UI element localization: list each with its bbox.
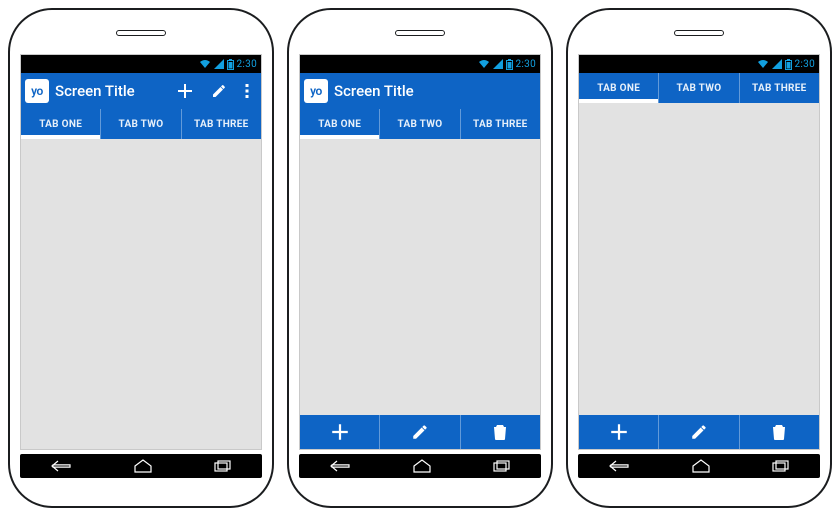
- app-icon[interactable]: yo: [304, 79, 328, 103]
- status-clock: 2:30: [516, 59, 536, 70]
- tab-one[interactable]: TAB ONE: [300, 109, 379, 139]
- add-button[interactable]: [579, 415, 658, 449]
- tab-two[interactable]: TAB TWO: [100, 109, 180, 139]
- tab-bar: TAB ONE TAB TWO TAB THREE: [21, 109, 261, 139]
- content-area: [579, 103, 819, 415]
- status-clock: 2:30: [795, 59, 815, 70]
- wifi-icon: [757, 59, 769, 69]
- phone-mock-1: 2:30 yo Screen Title TAB: [8, 8, 274, 508]
- wifi-icon: [478, 59, 490, 69]
- recents-button[interactable]: [772, 460, 790, 472]
- bottom-toolbar: [300, 415, 540, 449]
- tab-three[interactable]: TAB THREE: [739, 73, 819, 103]
- phone-mock-2: 2:30 yo Screen Title TAB ONE TAB TWO TAB…: [287, 8, 553, 508]
- back-button[interactable]: [608, 460, 630, 472]
- signal-icon: [493, 59, 503, 69]
- home-button[interactable]: [412, 459, 432, 473]
- action-bar: yo Screen Title: [300, 73, 540, 109]
- status-bar: 2:30: [579, 55, 819, 73]
- phone-screen: 2:30 yo Screen Title TAB: [20, 54, 262, 450]
- system-nav-bar: [578, 454, 820, 478]
- delete-button[interactable]: [460, 415, 540, 449]
- overflow-button[interactable]: [239, 75, 255, 107]
- screen-title: Screen Title: [55, 82, 135, 100]
- status-clock: 2:30: [237, 59, 257, 70]
- battery-icon: [785, 59, 792, 70]
- recents-button[interactable]: [493, 460, 511, 472]
- phone-screen: 2:30 yo Screen Title TAB ONE TAB TWO TAB…: [299, 54, 541, 450]
- back-button[interactable]: [50, 460, 72, 472]
- phone-speaker: [395, 30, 445, 36]
- screen-title: Screen Title: [334, 82, 414, 100]
- pencil-icon: [690, 423, 708, 441]
- tab-bar: TAB ONE TAB TWO TAB THREE: [579, 73, 819, 103]
- pencil-icon: [211, 83, 227, 99]
- tab-three[interactable]: TAB THREE: [181, 109, 261, 139]
- pencil-icon: [411, 423, 429, 441]
- plus-icon: [609, 422, 629, 442]
- add-button[interactable]: [171, 75, 199, 107]
- signal-icon: [214, 59, 224, 69]
- system-nav-bar: [20, 454, 262, 478]
- status-bar: 2:30: [21, 55, 261, 73]
- home-button[interactable]: [691, 459, 711, 473]
- trash-icon: [492, 423, 508, 441]
- tab-three[interactable]: TAB THREE: [460, 109, 540, 139]
- add-button[interactable]: [300, 415, 379, 449]
- tab-two[interactable]: TAB TWO: [379, 109, 459, 139]
- battery-icon: [506, 59, 513, 70]
- back-button[interactable]: [329, 460, 351, 472]
- edit-button[interactable]: [205, 75, 233, 107]
- wifi-icon: [199, 59, 211, 69]
- tab-one[interactable]: TAB ONE: [21, 109, 100, 139]
- home-button[interactable]: [133, 459, 153, 473]
- system-nav-bar: [299, 454, 541, 478]
- phone-screen: 2:30 TAB ONE TAB TWO TAB THREE: [578, 54, 820, 450]
- content-area: [21, 139, 261, 449]
- content-area: [300, 139, 540, 415]
- phone-speaker: [674, 30, 724, 36]
- tab-two[interactable]: TAB TWO: [658, 73, 738, 103]
- battery-icon: [227, 59, 234, 70]
- app-icon[interactable]: yo: [25, 79, 49, 103]
- plus-icon: [176, 82, 194, 100]
- tab-one[interactable]: TAB ONE: [579, 73, 658, 103]
- bottom-toolbar: [579, 415, 819, 449]
- action-bar: yo Screen Title: [21, 73, 261, 109]
- status-bar: 2:30: [300, 55, 540, 73]
- edit-button[interactable]: [658, 415, 738, 449]
- plus-icon: [330, 422, 350, 442]
- tab-bar: TAB ONE TAB TWO TAB THREE: [300, 109, 540, 139]
- phone-speaker: [116, 30, 166, 36]
- phone-mock-3: 2:30 TAB ONE TAB TWO TAB THREE: [566, 8, 832, 508]
- trash-icon: [771, 423, 787, 441]
- delete-button[interactable]: [739, 415, 819, 449]
- recents-button[interactable]: [214, 460, 232, 472]
- overflow-icon: [245, 83, 249, 99]
- signal-icon: [772, 59, 782, 69]
- edit-button[interactable]: [379, 415, 459, 449]
